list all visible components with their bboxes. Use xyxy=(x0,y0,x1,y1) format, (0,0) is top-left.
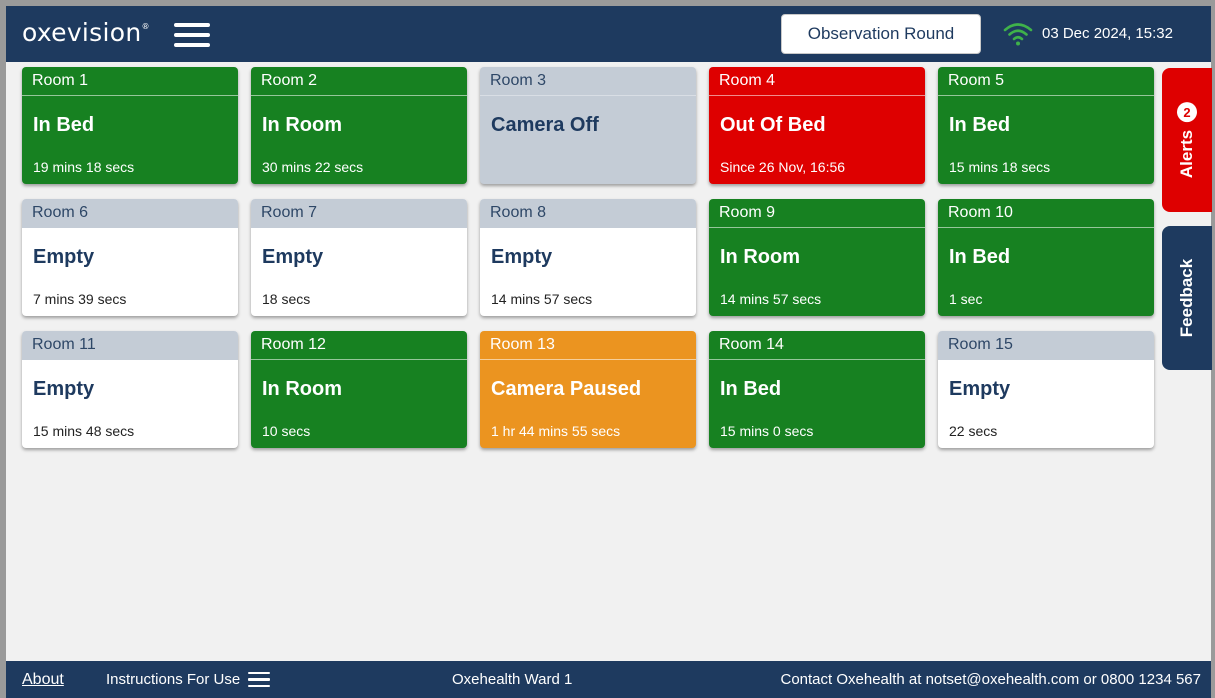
room-tile[interactable]: Room 6 Empty 7 mins 39 secs xyxy=(22,199,238,316)
room-status: Camera Off xyxy=(491,114,599,136)
room-name: Room 1 xyxy=(22,67,238,96)
room-name: Room 9 xyxy=(709,199,925,228)
oxevision-logo: oxevision® xyxy=(22,18,150,47)
room-name: Room 6 xyxy=(22,199,238,228)
room-status: Empty xyxy=(491,246,553,268)
logo-text: oxevision xyxy=(22,18,142,47)
ward-name: Oxehealth Ward 1 xyxy=(452,671,573,688)
room-name: Room 8 xyxy=(480,199,696,228)
feedback-tab[interactable]: Feedback xyxy=(1162,226,1212,370)
room-name: Room 10 xyxy=(938,199,1154,228)
room-tile[interactable]: Room 12 In Room 10 secs xyxy=(251,331,467,448)
room-status: In Room xyxy=(262,378,342,400)
room-name: Room 11 xyxy=(22,331,238,360)
room-tile[interactable]: Room 4 Out Of Bed Since 26 Nov, 16:56 xyxy=(709,67,925,184)
room-tile[interactable]: Room 7 Empty 18 secs xyxy=(251,199,467,316)
room-status-duration: 15 mins 0 secs xyxy=(720,423,814,439)
room-name: Room 3 xyxy=(480,67,696,96)
room-tile[interactable]: Room 1 In Bed 19 mins 18 secs xyxy=(22,67,238,184)
room-status-duration: 18 secs xyxy=(262,291,311,307)
room-status: Empty xyxy=(262,246,324,268)
room-status-duration: 30 mins 22 secs xyxy=(262,159,364,175)
room-tile[interactable]: Room 11 Empty 15 mins 48 secs xyxy=(22,331,238,448)
room-name: Room 5 xyxy=(938,67,1154,96)
room-tile[interactable]: Room 2 In Room 30 mins 22 secs xyxy=(251,67,467,184)
room-tile[interactable]: Room 3 Camera Off xyxy=(480,67,696,184)
feedback-tab-label: Feedback xyxy=(1177,258,1196,338)
room-name: Room 2 xyxy=(251,67,467,96)
room-tile[interactable]: Room 13 Camera Paused 1 hr 44 mins 55 secs xyxy=(480,331,696,448)
room-status-duration: Since 26 Nov, 16:56 xyxy=(720,159,846,175)
wifi-icon xyxy=(1003,23,1033,46)
observation-round-button[interactable]: Observation Round xyxy=(781,14,981,54)
instructions-label: Instructions For Use xyxy=(106,671,241,688)
contact-info: Contact Oxehealth at notset@oxehealth.co… xyxy=(780,671,1201,688)
about-link[interactable]: About xyxy=(22,671,64,689)
instructions-for-use-button[interactable]: Instructions For Use xyxy=(106,671,271,688)
room-status: In Bed xyxy=(720,378,782,400)
room-status: Empty xyxy=(33,378,95,400)
room-tile[interactable]: Room 15 Empty 22 secs xyxy=(938,331,1154,448)
room-status-duration: 15 mins 48 secs xyxy=(33,423,135,439)
room-tile[interactable]: Room 10 In Bed 1 sec xyxy=(938,199,1154,316)
room-grid: Room 1 In Bed 19 mins 18 secs Room 2 In Room… xyxy=(22,67,1154,448)
room-status-duration: 14 mins 57 secs xyxy=(491,291,593,307)
room-name: Room 13 xyxy=(480,331,696,360)
top-bar: oxevision® Observation Round 03 Dec 2024… xyxy=(6,6,1211,62)
alerts-count-badge: 2 xyxy=(1177,101,1197,122)
room-status: In Room xyxy=(262,114,342,136)
room-status: In Bed xyxy=(33,114,95,136)
room-status-duration: 1 sec xyxy=(949,291,983,307)
room-status-duration: 1 hr 44 mins 55 secs xyxy=(491,423,621,439)
room-status: In Bed xyxy=(949,114,1011,136)
room-status: Empty xyxy=(33,246,95,268)
room-status-duration: 19 mins 18 secs xyxy=(33,159,135,175)
room-status: Camera Paused xyxy=(491,378,642,400)
footer-bar: About Instructions For Use Oxehealth War… xyxy=(6,661,1211,698)
room-status-duration: 10 secs xyxy=(262,423,311,439)
alerts-tab-label: Alerts xyxy=(1177,129,1196,179)
room-status-duration: 14 mins 57 secs xyxy=(720,291,822,307)
logo-registered-mark: ® xyxy=(141,22,150,31)
room-name: Room 14 xyxy=(709,331,925,360)
room-tile[interactable]: Room 8 Empty 14 mins 57 secs xyxy=(480,199,696,316)
room-status: In Bed xyxy=(949,246,1011,268)
room-tile[interactable]: Room 14 In Bed 15 mins 0 secs xyxy=(709,331,925,448)
room-tile[interactable]: Room 9 In Room 14 mins 57 secs xyxy=(709,199,925,316)
room-name: Room 4 xyxy=(709,67,925,96)
hamburger-menu-icon[interactable] xyxy=(174,23,210,49)
room-name: Room 15 xyxy=(938,331,1154,360)
room-status: Empty xyxy=(949,378,1011,400)
hamburger-menu-icon xyxy=(248,671,271,688)
room-status: In Room xyxy=(720,246,800,268)
room-tile[interactable]: Room 5 In Bed 15 mins 18 secs xyxy=(938,67,1154,184)
room-name: Room 12 xyxy=(251,331,467,360)
room-status-duration: 22 secs xyxy=(949,423,998,439)
room-name: Room 7 xyxy=(251,199,467,228)
room-status-duration: 15 mins 18 secs xyxy=(949,159,1051,175)
room-status-duration: 7 mins 39 secs xyxy=(33,291,127,307)
current-datetime: 03 Dec 2024, 15:32 xyxy=(1042,25,1173,42)
room-status: Out Of Bed xyxy=(720,114,826,136)
alerts-tab[interactable]: Alerts 2 xyxy=(1162,68,1212,212)
